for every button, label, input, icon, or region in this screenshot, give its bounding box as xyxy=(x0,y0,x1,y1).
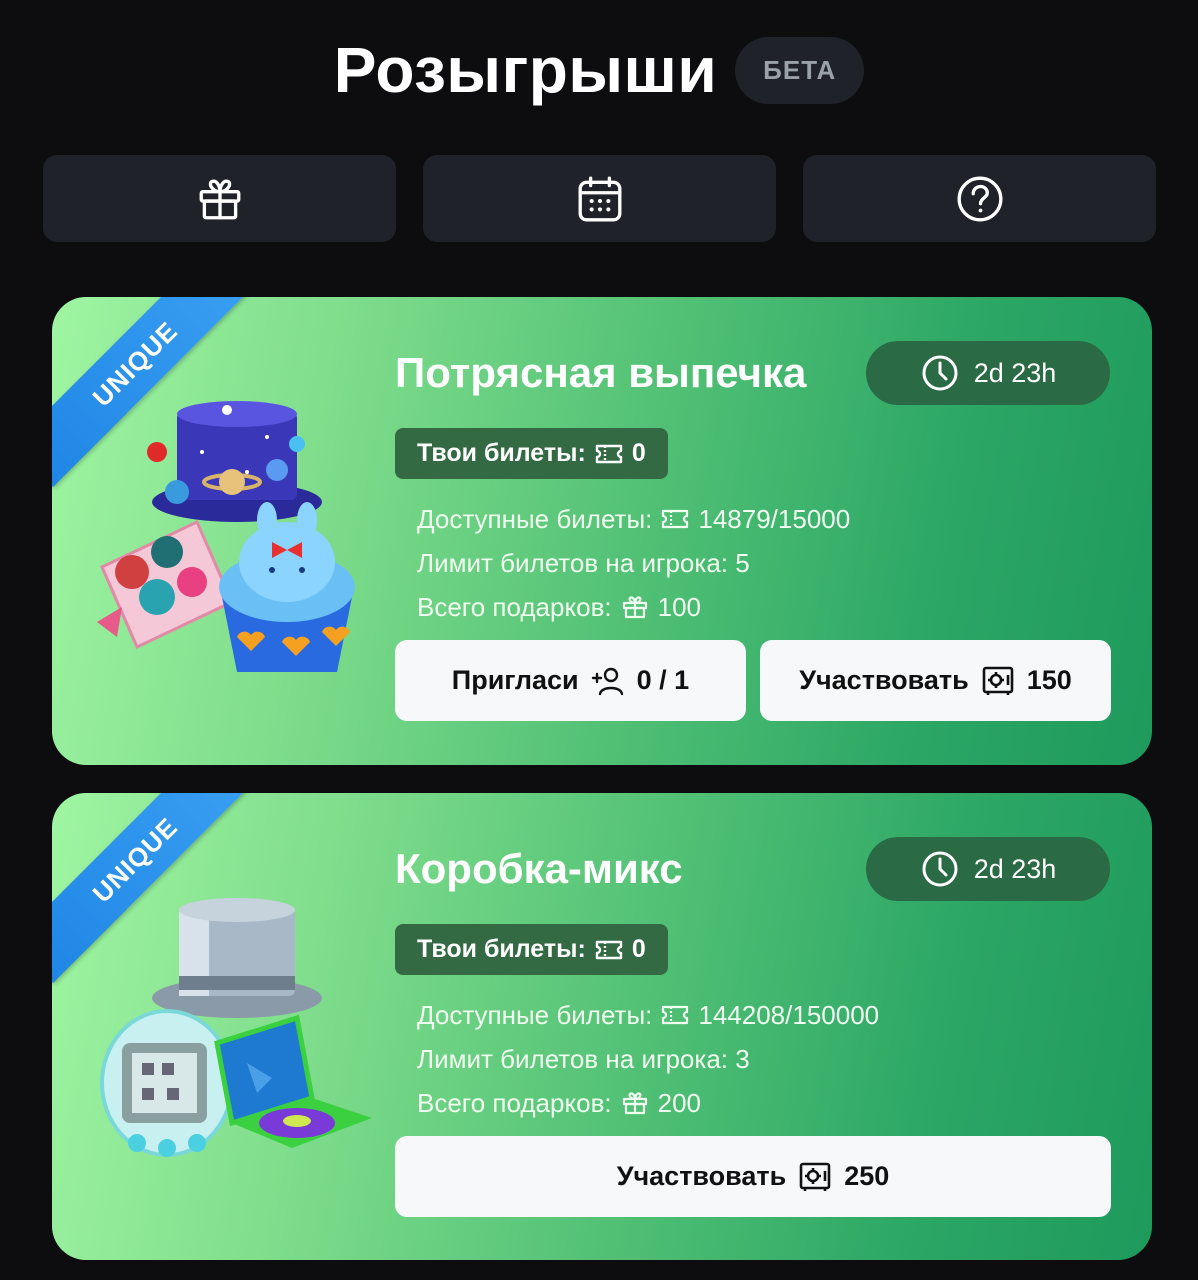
participate-cost: 150 xyxy=(1026,665,1072,695)
page-header: Розыгрыши БЕТА xyxy=(0,30,1198,110)
my-tickets-badge: Твои билеты: 0 xyxy=(395,924,668,975)
giveaways-page: Розыгрыши БЕТА UNIQUE Потрясная выпечка … xyxy=(0,0,1198,1280)
total-gifts-value: 200 xyxy=(657,1087,702,1118)
gift-icon xyxy=(199,179,240,219)
invite-button[interactable]: Пригласи 0 / 1 xyxy=(395,640,746,721)
invite-count: 0 / 1 xyxy=(636,665,690,695)
total-gifts-label: Всего подарков: xyxy=(417,591,612,622)
tab-calendar[interactable] xyxy=(423,155,776,242)
timer-value: 2d 23h xyxy=(973,853,1057,884)
timer-value: 2d 23h xyxy=(973,357,1057,388)
tab-help[interactable] xyxy=(803,155,1156,242)
available-tickets: Доступные билеты: 144208/150000 xyxy=(417,993,879,1037)
ticket-icon xyxy=(595,940,623,959)
ticket-icon xyxy=(595,444,623,463)
giveaway-card[interactable]: UNIQUE Коробка-микс 2d 23h Твои билеты: … xyxy=(52,793,1152,1260)
participate-label: Участвовать xyxy=(799,665,969,695)
available-tickets-label: Доступные билеты: xyxy=(417,999,653,1030)
my-tickets-label: Твои билеты: xyxy=(417,439,586,467)
available-tickets-value: 14879/15000 xyxy=(698,503,851,534)
giveaway-card[interactable]: UNIQUE Потрясная выпечка 2d 23h Твои бил… xyxy=(52,297,1152,765)
ticket-limit-label: Лимит билетов на игрока: 5 xyxy=(417,547,750,578)
total-gifts-label: Всего подарков: xyxy=(417,1087,612,1118)
clock-icon xyxy=(922,851,958,887)
participate-cost: 250 xyxy=(844,1161,890,1191)
tab-gifts[interactable] xyxy=(43,155,396,242)
beta-badge: БЕТА xyxy=(735,36,865,104)
page-title: Розыгрыши xyxy=(333,34,718,106)
vault-icon xyxy=(799,1162,831,1191)
ticket-limit: Лимит билетов на игрока: 3 xyxy=(417,1037,879,1081)
my-tickets-value: 0 xyxy=(631,935,646,963)
giveaway-stats: Доступные билеты: 144208/150000 Лимит би… xyxy=(417,993,879,1125)
ticket-limit: Лимит билетов на игрока: 5 xyxy=(417,541,850,585)
gift-icon xyxy=(622,596,647,619)
my-tickets-value: 0 xyxy=(631,439,646,467)
clock-icon xyxy=(922,355,958,391)
gift-bundle-image xyxy=(100,898,372,1157)
calendar-icon xyxy=(578,176,621,221)
ticket-limit-label: Лимит билетов на игрока: 3 xyxy=(417,1043,750,1074)
ticket-icon xyxy=(662,1005,689,1025)
giveaway-stats: Доступные билеты: 14879/15000 Лимит биле… xyxy=(417,497,850,629)
vault-icon xyxy=(982,666,1014,695)
available-tickets-label: Доступные билеты: xyxy=(417,503,653,534)
total-gifts: Всего подарков: 200 xyxy=(417,1081,879,1125)
gift-bundle-image xyxy=(97,401,355,672)
invite-label: Пригласи xyxy=(451,665,579,695)
ticket-icon xyxy=(662,509,689,529)
available-tickets-value: 144208/150000 xyxy=(698,999,880,1030)
my-tickets-badge: Твои билеты: 0 xyxy=(395,428,668,479)
total-gifts-value: 100 xyxy=(657,591,702,622)
giveaway-title: Потрясная выпечка xyxy=(395,349,807,396)
participate-button[interactable]: Участвовать 150 xyxy=(760,640,1111,721)
giveaway-title: Коробка-микс xyxy=(395,845,683,892)
tab-bar xyxy=(43,155,1156,242)
gift-icon xyxy=(622,1092,647,1115)
timer-badge: 2d 23h xyxy=(866,341,1110,405)
timer-badge: 2d 23h xyxy=(866,837,1110,901)
my-tickets-label: Твои билеты: xyxy=(417,935,586,963)
total-gifts: Всего подарков: 100 xyxy=(417,585,850,629)
add-user-icon xyxy=(591,667,623,695)
available-tickets: Доступные билеты: 14879/15000 xyxy=(417,497,850,541)
help-icon xyxy=(957,176,1002,221)
participate-button[interactable]: Участвовать 250 xyxy=(395,1136,1111,1217)
participate-label: Участвовать xyxy=(616,1161,787,1191)
